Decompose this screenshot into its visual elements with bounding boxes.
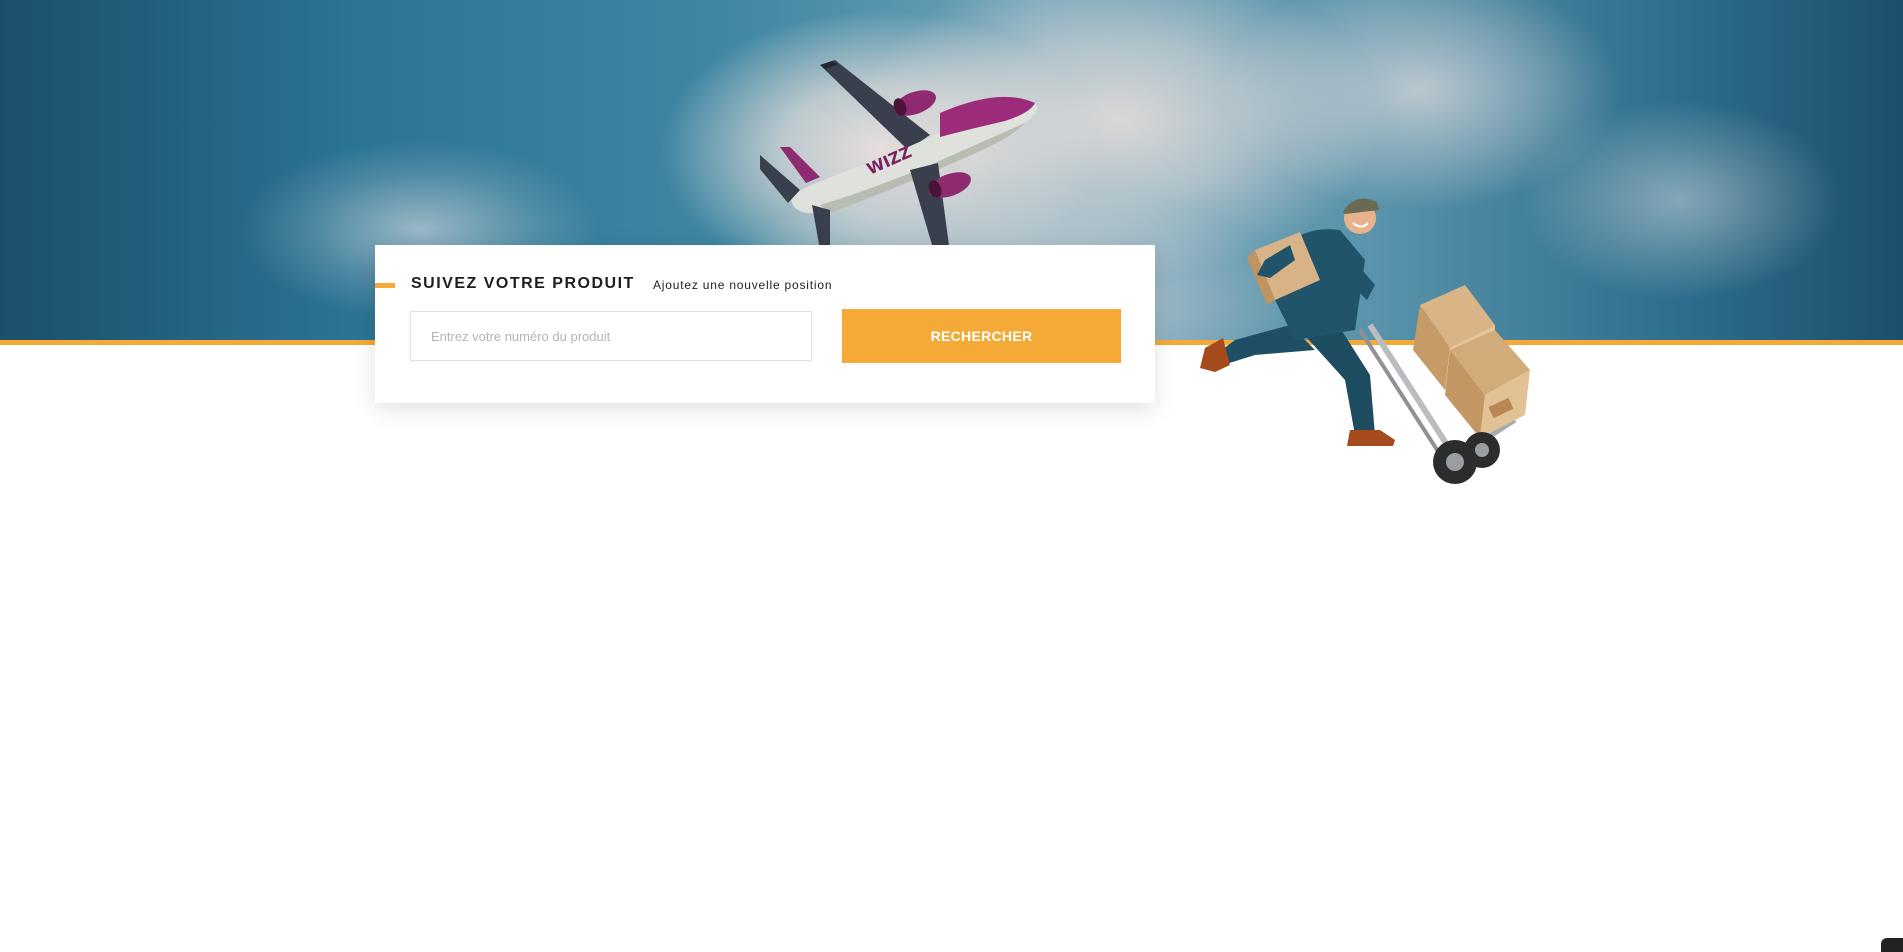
page: WIZZ SUIVEZ VOTRE PRODUIT Ajoutez une no… bbox=[0, 0, 1903, 952]
card-title-accent bbox=[375, 283, 395, 288]
chat-widget-icon[interactable] bbox=[1881, 938, 1903, 952]
tracking-title: SUIVEZ VOTRE PRODUIT bbox=[411, 275, 635, 292]
airplane-image: WIZZ bbox=[760, 60, 1038, 255]
tracking-card: SUIVEZ VOTRE PRODUIT Ajoutez une nouvell… bbox=[375, 245, 1155, 403]
search-button[interactable]: RECHERCHER bbox=[842, 309, 1121, 363]
tracking-number-input[interactable] bbox=[410, 311, 812, 361]
delivery-man-image bbox=[1200, 198, 1530, 484]
tracking-subtitle: Ajoutez une nouvelle position bbox=[653, 278, 833, 292]
